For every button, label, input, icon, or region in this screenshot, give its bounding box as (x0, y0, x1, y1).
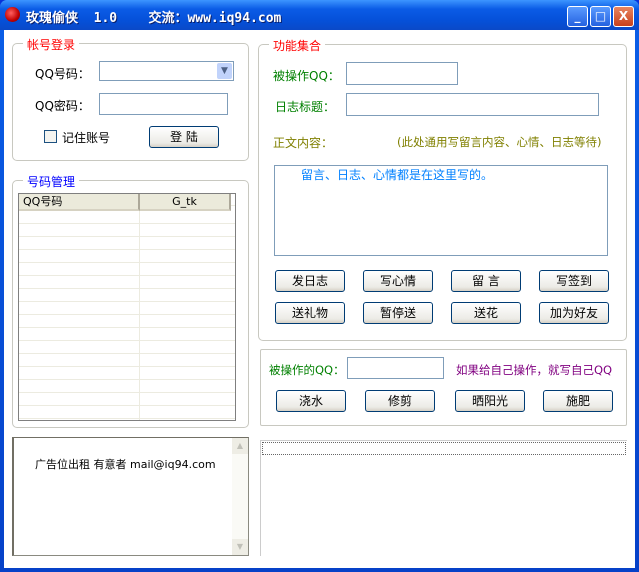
add-friend-button[interactable]: 加为好友 (539, 302, 609, 324)
garden-target-input[interactable] (347, 357, 444, 379)
close-button[interactable]: X (613, 6, 634, 27)
column-header-gtk[interactable]: G_tk (140, 194, 231, 211)
window-title: 玫瑰偷侠 1.0 交流：www.iq94.com (26, 11, 282, 26)
send-gift-button[interactable]: 送礼物 (275, 302, 345, 324)
scrollbar[interactable]: ▲ ▼ (232, 438, 248, 555)
remember-label[interactable]: 记住账号 (62, 129, 110, 146)
prune-button[interactable]: 修剪 (365, 390, 435, 412)
content-textarea[interactable]: 留言、日志、心情都是在这里写的。 (274, 165, 608, 256)
accounts-table[interactable]: QQ号码 G_tk (18, 193, 236, 421)
send-flower-button[interactable]: 送花 (451, 302, 521, 324)
post-blog-button[interactable]: 发日志 (275, 270, 345, 292)
chevron-down-icon[interactable]: ▼ (217, 63, 232, 79)
column-header-qq[interactable]: QQ号码 (19, 194, 140, 211)
blog-title-input[interactable] (346, 93, 599, 116)
write-signature-button[interactable]: 写签到 (539, 270, 609, 292)
maximize-button[interactable]: □ (590, 6, 611, 27)
login-button[interactable]: 登 陆 (149, 126, 219, 148)
app-window: 玫瑰偷侠 1.0 交流：www.iq94.com _ □ X 帐号登录 QQ号码… (0, 0, 639, 572)
content-hint: (此处通用写留言内容、心情、日志等待) (397, 135, 602, 149)
fertilize-button[interactable]: 施肥 (543, 390, 613, 412)
ad-text: 广告位出租 有意者 mail@iq94.com (35, 458, 216, 471)
minimize-button[interactable]: _ (567, 6, 588, 27)
scroll-down-icon[interactable]: ▼ (232, 539, 248, 555)
ad-textbox[interactable]: 广告位出租 有意者 mail@iq94.com ▲ ▼ (12, 437, 249, 556)
accounts-legend: 号码管理 (23, 173, 80, 190)
remember-checkbox[interactable] (44, 130, 57, 143)
content-label: 正文内容： (273, 136, 334, 150)
password-input[interactable] (99, 93, 228, 115)
qq-label: QQ号码： (35, 67, 90, 81)
functions-legend: 功能集合 (269, 37, 326, 54)
scroll-up-icon[interactable]: ▲ (232, 438, 248, 454)
sunshine-button[interactable]: 晒阳光 (455, 390, 525, 412)
blog-title-label: 日志标题： (275, 100, 336, 114)
log-list[interactable] (260, 440, 627, 556)
login-legend: 帐号登录 (23, 36, 80, 53)
pause-send-button[interactable]: 暂停送 (363, 302, 433, 324)
leave-message-button[interactable]: 留 言 (451, 270, 521, 292)
target-qq-label: 被操作QQ： (273, 69, 340, 83)
client-area: 帐号登录 QQ号码： ▼ QQ密码： 记住账号 登 陆 号码管理 QQ号码 G_… (4, 30, 635, 568)
pwd-label: QQ密码： (35, 99, 90, 113)
log-item[interactable] (262, 442, 626, 455)
water-button[interactable]: 浇水 (276, 390, 346, 412)
rose-icon (5, 7, 20, 22)
target-qq-input[interactable] (346, 62, 458, 85)
title-bar[interactable]: 玫瑰偷侠 1.0 交流：www.iq94.com _ □ X (0, 0, 639, 30)
garden-target-label: 被操作的QQ： (269, 363, 345, 377)
garden-hint: 如果给自己操作，就写自己QQ (456, 363, 613, 377)
write-mood-button[interactable]: 写心情 (363, 270, 433, 292)
qq-combobox[interactable]: ▼ (99, 61, 234, 81)
